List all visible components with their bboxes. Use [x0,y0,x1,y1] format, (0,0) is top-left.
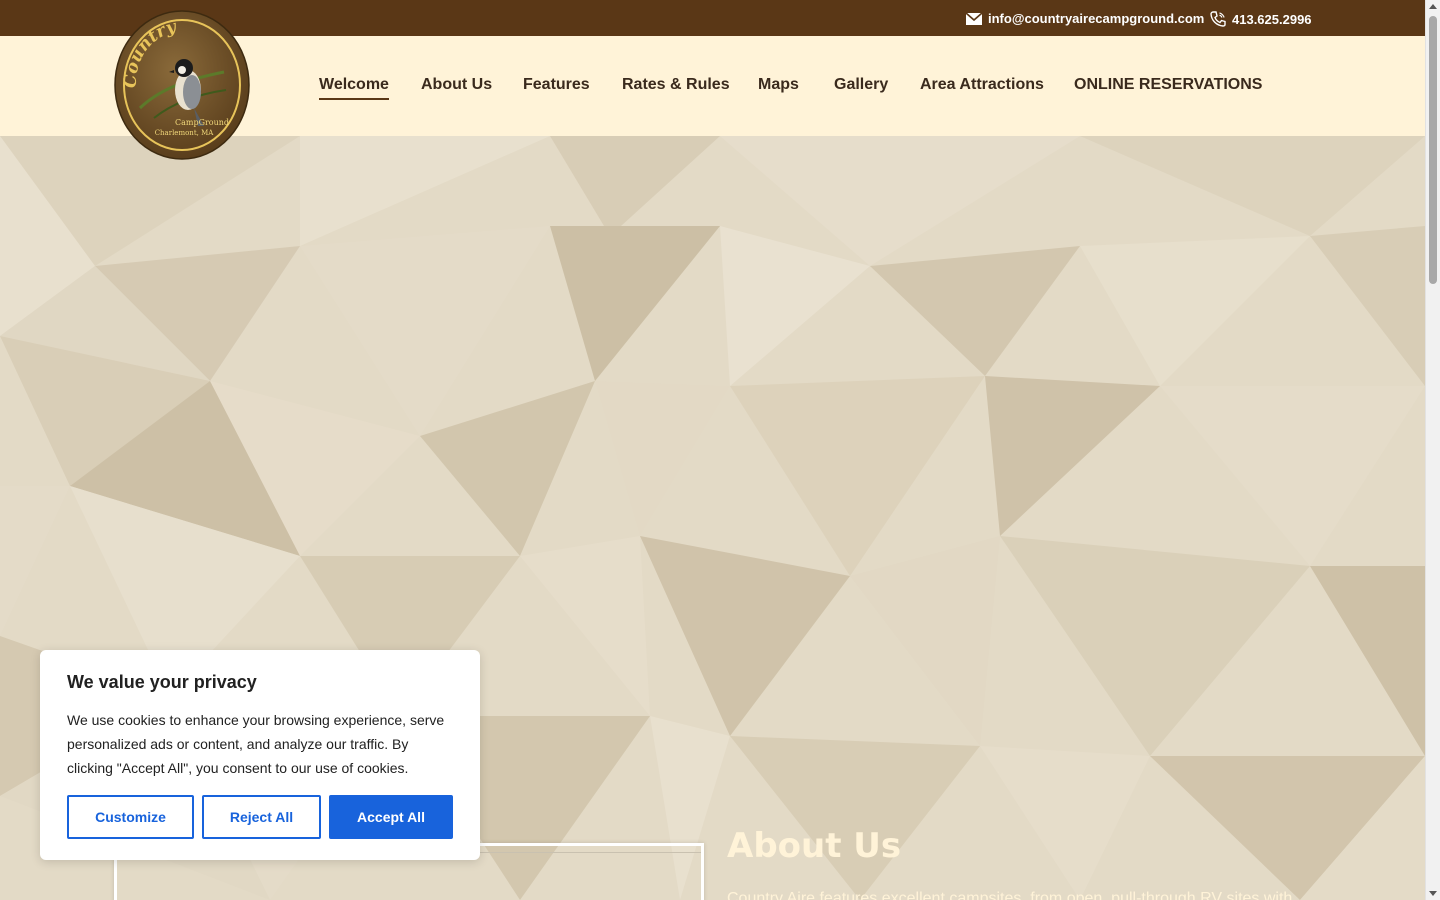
nav-item-features[interactable]: Features [523,76,590,94]
nav-item-rates-rules[interactable]: Rates & Rules [622,76,730,94]
envelope-icon [966,12,982,25]
scroll-thumb[interactable] [1429,16,1437,284]
page-scrollbar[interactable] [1425,0,1440,900]
customize-button[interactable]: Customize [67,795,194,839]
nav-item-welcome[interactable]: Welcome [319,76,389,100]
nav-item-online-reservations[interactable]: ONLINE RESERVATIONS [1074,76,1262,94]
nav-item-area-attractions[interactable]: Area Attractions [920,76,1044,94]
logo-subtitle: CampGround [175,118,229,127]
email-address[interactable]: info@countryairecampground.com [988,11,1204,26]
nav-item-gallery[interactable]: Gallery [834,76,888,94]
phone-icon [1210,11,1226,27]
cookie-body: We use cookies to enhance your browsing … [67,712,445,776]
nav-item-about-us[interactable]: About Us [421,76,492,94]
cookie-consent-banner: We value your privacy We use cookies to … [40,650,480,860]
accept-all-button[interactable]: Accept All [329,795,453,839]
about-text: Country Aire features excellent campsite… [727,890,1293,900]
phone-number[interactable]: 413.625.2996 [1232,12,1312,27]
cookie-title: We value your privacy [67,672,257,692]
reject-all-button[interactable]: Reject All [202,795,321,839]
nav-item-maps[interactable]: Maps [758,76,799,94]
phone-contact[interactable]: 413.625.2996 [1210,11,1312,27]
about-heading: About Us [727,826,902,866]
scroll-up-arrow-icon[interactable] [1429,4,1437,9]
scroll-down-arrow-icon[interactable] [1429,891,1437,896]
site-logo[interactable]: Country Aire CampGround Charlemont, MA [105,0,250,160]
email-contact[interactable]: info@countryairecampground.com [966,11,1204,26]
logo-location: Charlemont, MA [155,129,215,137]
